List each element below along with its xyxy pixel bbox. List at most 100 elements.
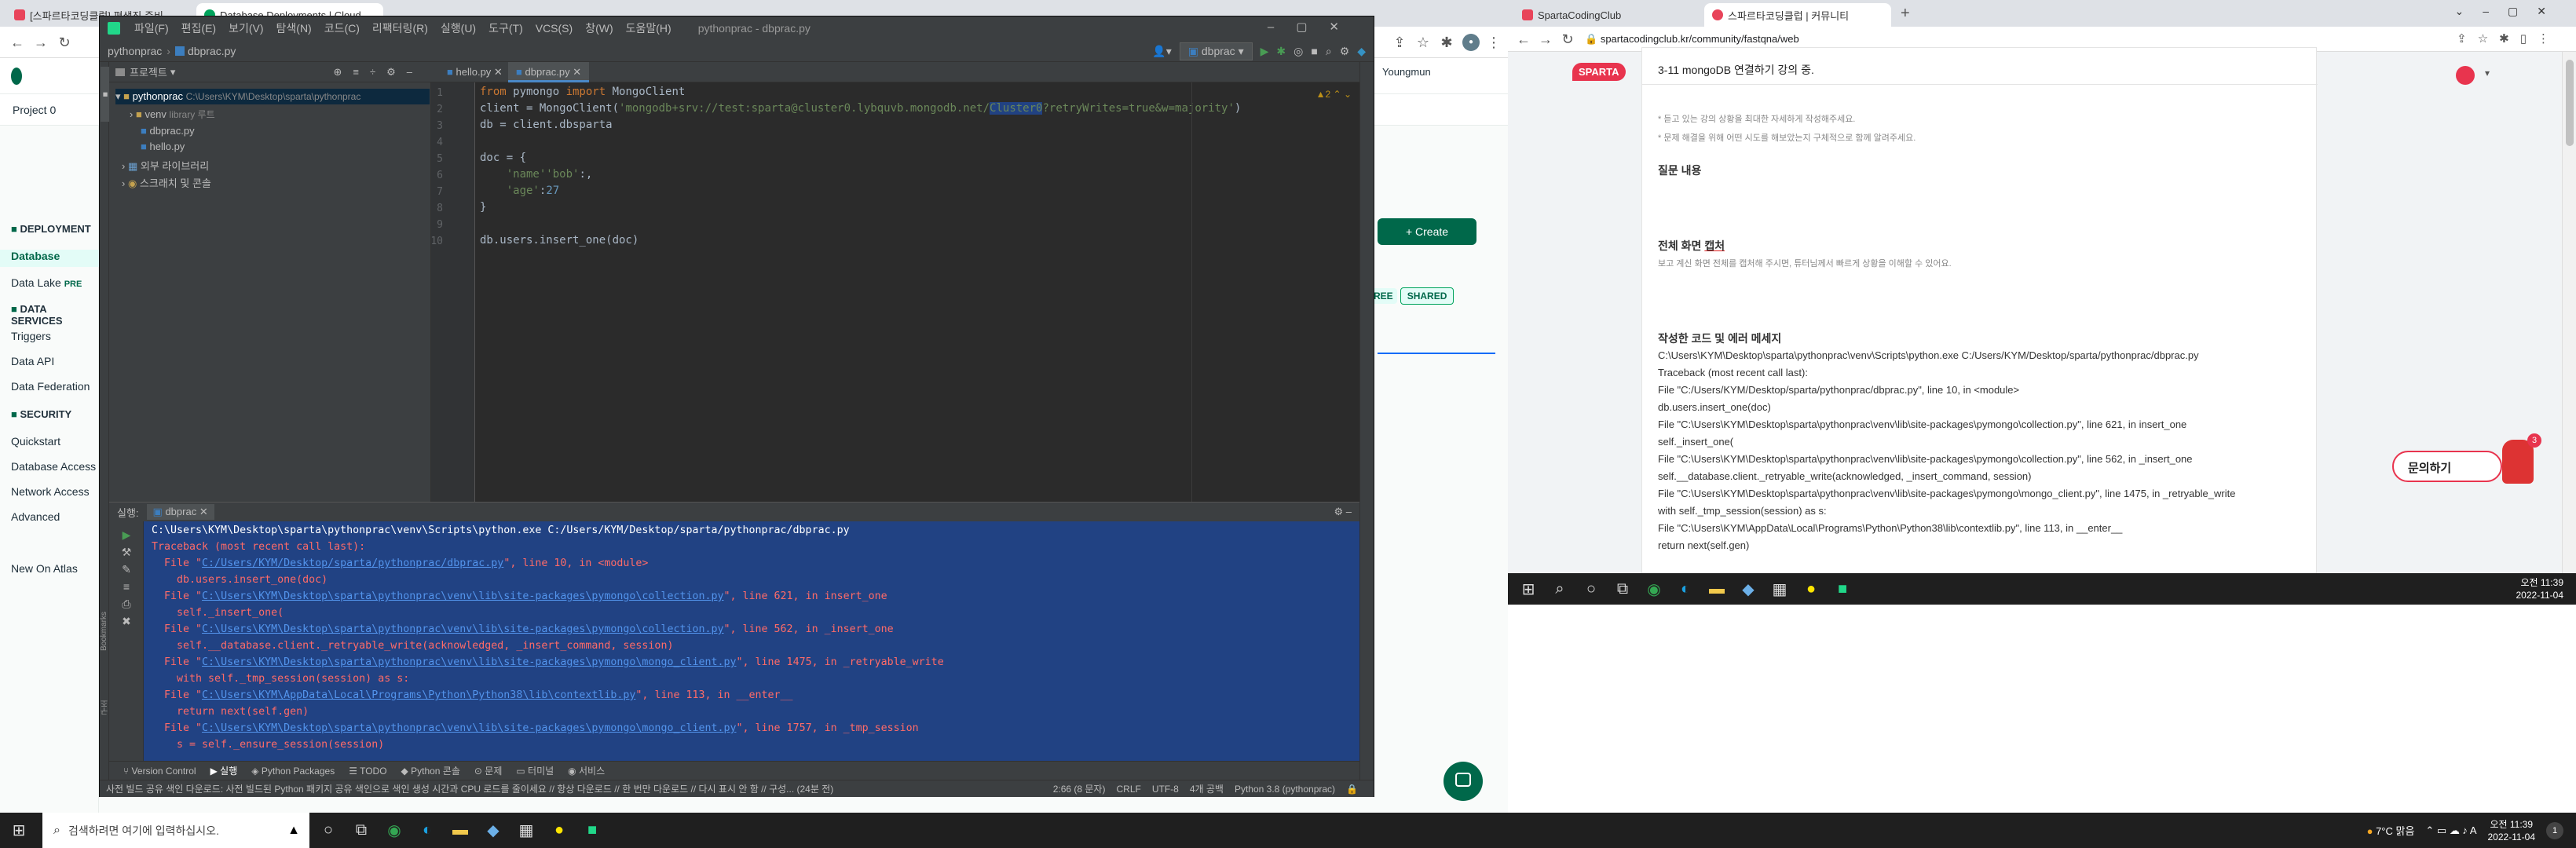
traceback-link[interactable]: C:\Users\KYM\AppData\Local\Programs\Pyth… xyxy=(202,689,635,701)
code-line[interactable]: File "C:\Users\KYM\Desktop\sparta\python… xyxy=(1658,488,2235,499)
windows-start-icon[interactable]: ⊞ xyxy=(0,813,38,848)
search-icon[interactable]: ⌕ xyxy=(1546,575,1574,603)
window-controls[interactable]: ⌄–▢✕ xyxy=(2455,5,2565,18)
taskbar-search-box[interactable]: ⌕ 검색하려면 여기에 입력하십시오. ▲ xyxy=(42,813,309,848)
edge-icon[interactable]: ◐ xyxy=(1671,575,1700,603)
right-tab-sparta[interactable]: SpartaCodingClub xyxy=(1514,3,1701,27)
code-error-label[interactable]: 작성한 코드 및 에러 메세지 xyxy=(1658,331,1781,346)
traceback-link[interactable]: C:/Users/KYM/Desktop/sparta/pythonprac/d… xyxy=(202,557,503,569)
code-line[interactable]: } xyxy=(480,201,486,214)
status-interpreter[interactable]: Python 3.8 (pythonprac) xyxy=(1235,784,1335,795)
sidebar-item-data-api[interactable]: Data API xyxy=(11,355,54,367)
debug-icon[interactable]: ✱ xyxy=(1276,45,1286,58)
tool-tab-terminal[interactable]: ▭ 터미널 xyxy=(516,764,554,777)
run-toolbar-buttons[interactable]: ▶ ⚒ ✎ ≡ ⎙ ✖ xyxy=(114,526,139,630)
run-icon[interactable]: ▶ xyxy=(1261,45,1269,58)
weather-widget[interactable]: ● 7°C 맑음 xyxy=(2367,823,2415,838)
lock-icon[interactable]: 🔒 xyxy=(1346,784,1358,795)
cortana-icon[interactable]: ○ xyxy=(1577,575,1605,603)
tab-hello-py[interactable]: ■ hello.py ✕ xyxy=(439,62,510,82)
status-message[interactable]: 사전 빌드 공유 색인 다운로드: 사전 빌드된 Python 패키지 공유 색… xyxy=(100,782,1026,795)
windows-start-icon[interactable]: ⊞ xyxy=(1514,575,1542,603)
ask-question-button[interactable]: 문의하기 xyxy=(2392,451,2502,482)
run-config-select[interactable]: ▣ dbprac ▾ xyxy=(1179,42,1253,60)
app-icon[interactable]: ◆ xyxy=(479,817,507,845)
traceback-link[interactable]: C:\Users\KYM\Desktop\sparta\pythonprac\v… xyxy=(202,656,736,668)
menu-code[interactable]: 코드(C) xyxy=(318,20,366,36)
task-view-icon[interactable]: ⧉ xyxy=(347,817,375,845)
breadcrumb-file[interactable]: dbprac.py xyxy=(188,45,236,57)
menu-edit[interactable]: 편집(E) xyxy=(175,20,222,36)
settings-icon[interactable]: ⚙ xyxy=(1340,45,1350,58)
menu-dots-icon[interactable]: ⋮ xyxy=(1484,33,1503,52)
tree-venv[interactable]: › ■ venv library 루트 xyxy=(130,108,215,121)
chat-bubble-icon[interactable] xyxy=(1444,762,1483,801)
warning-count[interactable]: ▲2 ⌃ ⌄ xyxy=(1316,89,1352,100)
code-line[interactable]: db = client.dbsparta xyxy=(480,119,613,131)
menu-window[interactable]: 창(W) xyxy=(579,20,619,36)
sparta-logo[interactable]: SPARTA xyxy=(1572,63,1626,81)
atlas-user-menu[interactable]: Youngmun xyxy=(1382,66,1431,78)
back-icon[interactable]: ← xyxy=(1514,30,1533,49)
code-line[interactable]: with self._tmp_session(session) as s: xyxy=(1658,505,1827,517)
app-icon[interactable]: ◆ xyxy=(1734,575,1762,603)
code-line[interactable]: C:\Users\KYM\Desktop\sparta\pythonprac\v… xyxy=(1658,349,2199,361)
back-icon[interactable]: ← xyxy=(8,33,27,52)
calculator-icon[interactable]: ▦ xyxy=(512,817,540,845)
reload-icon[interactable]: ↻ xyxy=(55,33,74,52)
forward-icon[interactable]: → xyxy=(1536,30,1555,49)
sidebar-item-network-access[interactable]: Network Access xyxy=(11,485,90,498)
code-line[interactable]: Traceback (most recent call last): xyxy=(1658,367,1808,378)
status-caret[interactable]: 2:66 (8 문자) xyxy=(1053,782,1106,795)
right-tab-community[interactable]: 스파르타코딩클럽 | 커뮤니티 xyxy=(1704,3,1891,27)
menu-tools[interactable]: 도구(T) xyxy=(482,20,529,36)
sidebar-item-advanced[interactable]: Advanced xyxy=(11,510,60,523)
tab-dbprac-py[interactable]: ■ dbprac.py ✕ xyxy=(508,62,590,82)
traceback-link[interactable]: C:\Users\KYM\Desktop\sparta\pythonprac\v… xyxy=(202,623,723,635)
code-area[interactable]: from pymongo import MongoClient client = … xyxy=(431,82,1359,502)
new-tab-icon[interactable]: + xyxy=(1901,5,1910,23)
code-line[interactable]: File "C:\Users\KYM\AppData\Local\Program… xyxy=(1658,522,2122,534)
tool-tab-services[interactable]: ◉ 서비스 xyxy=(568,764,605,777)
traceback-link[interactable]: C:\Users\KYM\Desktop\sparta\pythonprac\v… xyxy=(202,590,723,602)
code-line[interactable]: self._insert_one( xyxy=(1658,436,1733,448)
menu-navigate[interactable]: 탐색(N) xyxy=(270,20,318,36)
tool-tab-todo[interactable]: ☰ TODO xyxy=(349,766,386,777)
tree-file-hello[interactable]: ■ hello.py xyxy=(141,141,185,152)
reload-icon[interactable]: ↻ xyxy=(1558,30,1577,49)
pycharm-icon[interactable]: ■ xyxy=(578,817,606,845)
file-explorer-icon[interactable]: ▬ xyxy=(1703,575,1731,603)
tool-tab-run[interactable]: ▶ 실행 xyxy=(210,764,238,777)
status-encoding[interactable]: UTF-8 xyxy=(1152,784,1179,795)
run-panel-settings-icon[interactable]: ⚙ – xyxy=(1334,506,1352,518)
menu-file[interactable]: 파일(F) xyxy=(128,20,175,36)
calculator-icon[interactable]: ▦ xyxy=(1766,575,1794,603)
status-line-sep[interactable]: CRLF xyxy=(1116,784,1140,795)
taskbar-clock[interactable]: 오전 11:39 2022-11-04 xyxy=(2488,818,2536,843)
sidebar-item-database-access[interactable]: Database Access xyxy=(11,460,96,473)
url-field[interactable]: 🔒 spartacodingclub.kr/community/fastqna/… xyxy=(1585,33,1799,46)
code-line[interactable]: File "C:\Users\KYM\Desktop\sparta\python… xyxy=(1658,419,2186,430)
kakaotalk-icon[interactable]: ● xyxy=(545,817,573,845)
code-line[interactable]: 'age':27 xyxy=(480,185,559,197)
file-explorer-icon[interactable]: ▬ xyxy=(446,817,474,845)
code-line[interactable]: self.__database.client._retryable_write(… xyxy=(1658,470,2031,482)
search-icon[interactable]: ⌕ xyxy=(1326,45,1332,58)
project-panel-title[interactable]: 프로젝트 xyxy=(130,64,167,79)
sidebar-item-data-lake[interactable]: Data Lake PRE xyxy=(11,276,82,289)
code-line[interactable]: client = MongoClient('mongodb+srv://test… xyxy=(480,102,1241,115)
profile-avatar[interactable]: ● xyxy=(1462,34,1480,51)
tool-tab-problems[interactable]: ⊙ 문제 xyxy=(474,764,502,777)
bookmarks-tool-tab[interactable]: Bookmarks xyxy=(100,612,108,651)
sidebar-item-new-on-atlas[interactable]: New On Atlas xyxy=(11,562,78,575)
run-tab[interactable]: ▣ dbprac ✕ xyxy=(146,504,214,520)
coverage-icon[interactable]: ◎ xyxy=(1293,45,1303,58)
chevron-down-icon[interactable]: ▾ xyxy=(2485,68,2490,79)
task-view-icon[interactable]: ⧉ xyxy=(1608,575,1637,603)
edge-icon[interactable]: ◐ xyxy=(413,817,441,845)
user-icon[interactable]: 👤▾ xyxy=(1152,45,1171,58)
window-controls[interactable]: –▢✕ xyxy=(1268,20,1361,34)
question-content-label[interactable]: 질문 내용 xyxy=(1658,163,1701,178)
menu-help[interactable]: 도움말(H) xyxy=(620,20,678,36)
forward-icon[interactable]: → xyxy=(31,33,50,52)
